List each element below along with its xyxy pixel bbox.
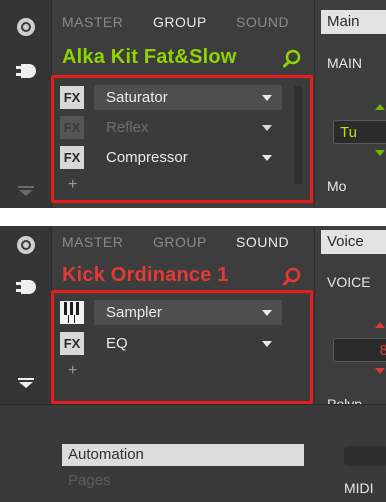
value-display[interactable]: Tu [333,120,386,144]
tab-sound[interactable]: SOUND [236,14,289,30]
section-label: MAIN [327,55,362,71]
left-icon-strip [0,226,52,404]
decrement-arrow-icon[interactable] [375,150,385,156]
search-icon[interactable] [282,267,302,287]
collapse-arrow-icon[interactable] [13,178,39,204]
tab-master[interactable]: MASTER [62,234,123,250]
plug-icon[interactable] [13,274,39,300]
increment-arrow-icon[interactable] [375,104,385,110]
increment-arrow-icon[interactable] [375,322,385,328]
value-display[interactable]: 8 [333,338,386,362]
decrement-arrow-icon[interactable] [375,368,385,374]
bottom-browser-panel: MASTER GROUP SOUND Kick Ordinance 1 Samp… [0,226,386,502]
level-tabs: MASTER GROUP SOUND [52,226,312,266]
collapse-arrow-icon[interactable] [13,370,39,396]
tab-group[interactable]: GROUP [153,234,207,250]
tab-group[interactable]: GROUP [153,14,207,30]
tab-pages[interactable]: Pages [68,472,111,489]
right-panel: Main MAIN Tu Mo [314,0,386,208]
left-icon-strip [0,0,52,208]
group-title[interactable]: Alka Kit Fat&Slow [62,46,237,69]
top-browser-panel: MASTER GROUP SOUND Alka Kit Fat&Slow FX … [0,0,386,208]
section-label: VOICE [327,274,371,290]
highlight-frame [51,290,313,404]
level-tabs: MASTER GROUP SOUND [52,0,312,40]
highlight-frame [51,75,313,203]
right-panel: Voice VOICE 8 Polyp [314,226,386,412]
power-knob-icon[interactable] [13,14,39,40]
search-icon[interactable] [282,49,302,69]
power-knob-icon[interactable] [13,232,39,258]
plug-icon[interactable] [13,58,39,84]
midi-label: MIDI [344,480,374,496]
midi-toggle[interactable] [344,446,386,466]
tab-automation[interactable]: Automation [62,444,304,466]
sound-title[interactable]: Kick Ordinance 1 [62,264,229,287]
tab-sound[interactable]: SOUND [236,234,289,250]
tab-voice[interactable]: Voice [321,230,386,254]
parameter-label: Mo [327,178,347,194]
tab-main[interactable]: Main [321,10,386,34]
tab-master[interactable]: MASTER [62,14,123,30]
